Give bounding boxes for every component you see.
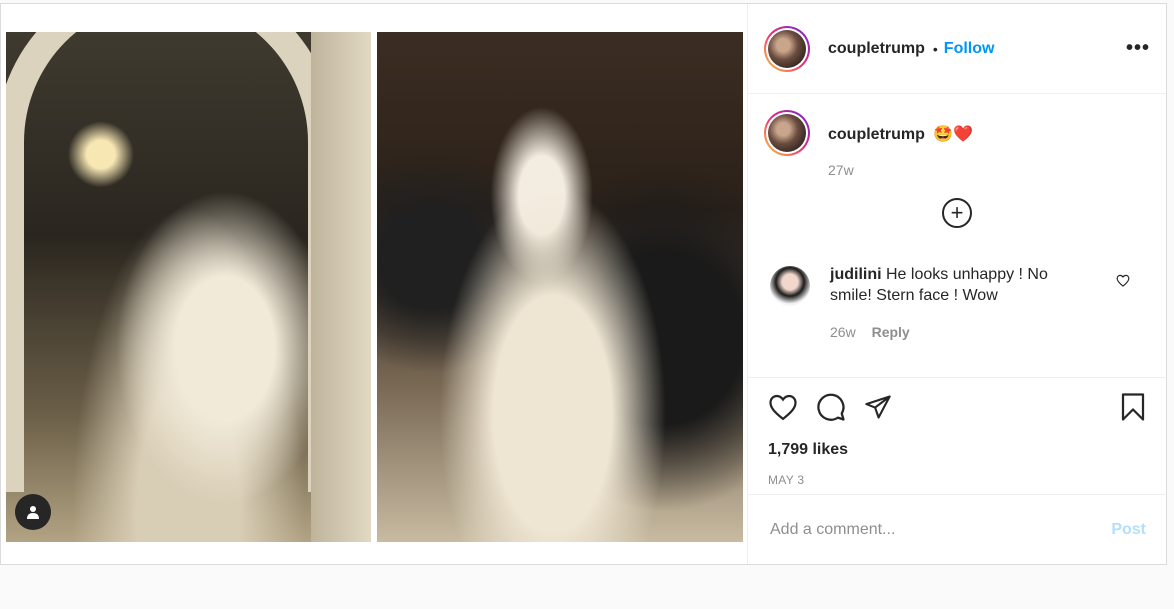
add-comment-bar: Post bbox=[748, 494, 1166, 564]
comment-item: judilini He looks unhappy ! No smile! St… bbox=[764, 264, 1150, 343]
bookmark-icon[interactable] bbox=[1120, 392, 1146, 427]
caption-username[interactable]: coupletrump bbox=[828, 126, 925, 143]
post-date[interactable]: MAY 3 bbox=[768, 473, 1146, 487]
reply-button[interactable]: Reply bbox=[872, 324, 910, 340]
commenter-avatar[interactable] bbox=[770, 266, 810, 306]
likes-count[interactable]: 1,799 likes bbox=[768, 441, 1146, 459]
comment-input[interactable] bbox=[768, 519, 1112, 540]
comments-section: coupletrump 🤩❤️ 27w + judilini He looks … bbox=[748, 94, 1166, 377]
plus-circle-icon[interactable]: + bbox=[942, 198, 972, 228]
caption-emojis: 🤩❤️ bbox=[933, 126, 974, 143]
comment-icon[interactable] bbox=[816, 392, 846, 427]
instagram-post: coupletrump • Follow ••• coupletrump 🤩❤️… bbox=[0, 3, 1167, 565]
caption-avatar-image bbox=[768, 114, 806, 152]
heart-icon[interactable] bbox=[768, 393, 798, 426]
post-comment-button[interactable]: Post bbox=[1111, 521, 1146, 539]
stone-arch bbox=[6, 32, 336, 492]
separator-dot: • bbox=[932, 40, 938, 57]
caption: coupletrump 🤩❤️ 27w bbox=[764, 110, 1150, 178]
post-actions: 1,799 likes MAY 3 bbox=[748, 377, 1166, 494]
wedding-photo-right[interactable] bbox=[377, 32, 743, 542]
caption-time[interactable]: 27w bbox=[828, 162, 973, 178]
stone-wall bbox=[311, 32, 371, 542]
load-more-label: + bbox=[950, 200, 964, 225]
author-username[interactable]: coupletrump bbox=[828, 40, 925, 58]
post-header: coupletrump • Follow ••• bbox=[748, 4, 1166, 94]
follow-button[interactable]: Follow bbox=[944, 40, 995, 58]
caption-avatar[interactable] bbox=[764, 110, 810, 156]
comment-time[interactable]: 26w bbox=[830, 324, 856, 340]
more-icon[interactable]: ••• bbox=[1126, 37, 1150, 60]
user-tag-icon[interactable] bbox=[15, 494, 51, 530]
comment-like-heart-icon[interactable] bbox=[1116, 274, 1130, 292]
commenter-username[interactable]: judilini bbox=[830, 266, 882, 283]
wedding-photo-left[interactable] bbox=[6, 32, 371, 542]
post-media bbox=[1, 4, 748, 564]
author-avatar-image bbox=[768, 29, 806, 68]
author-avatar[interactable] bbox=[764, 25, 810, 72]
share-icon[interactable] bbox=[864, 393, 892, 426]
post-sidebar: coupletrump • Follow ••• coupletrump 🤩❤️… bbox=[748, 4, 1166, 564]
